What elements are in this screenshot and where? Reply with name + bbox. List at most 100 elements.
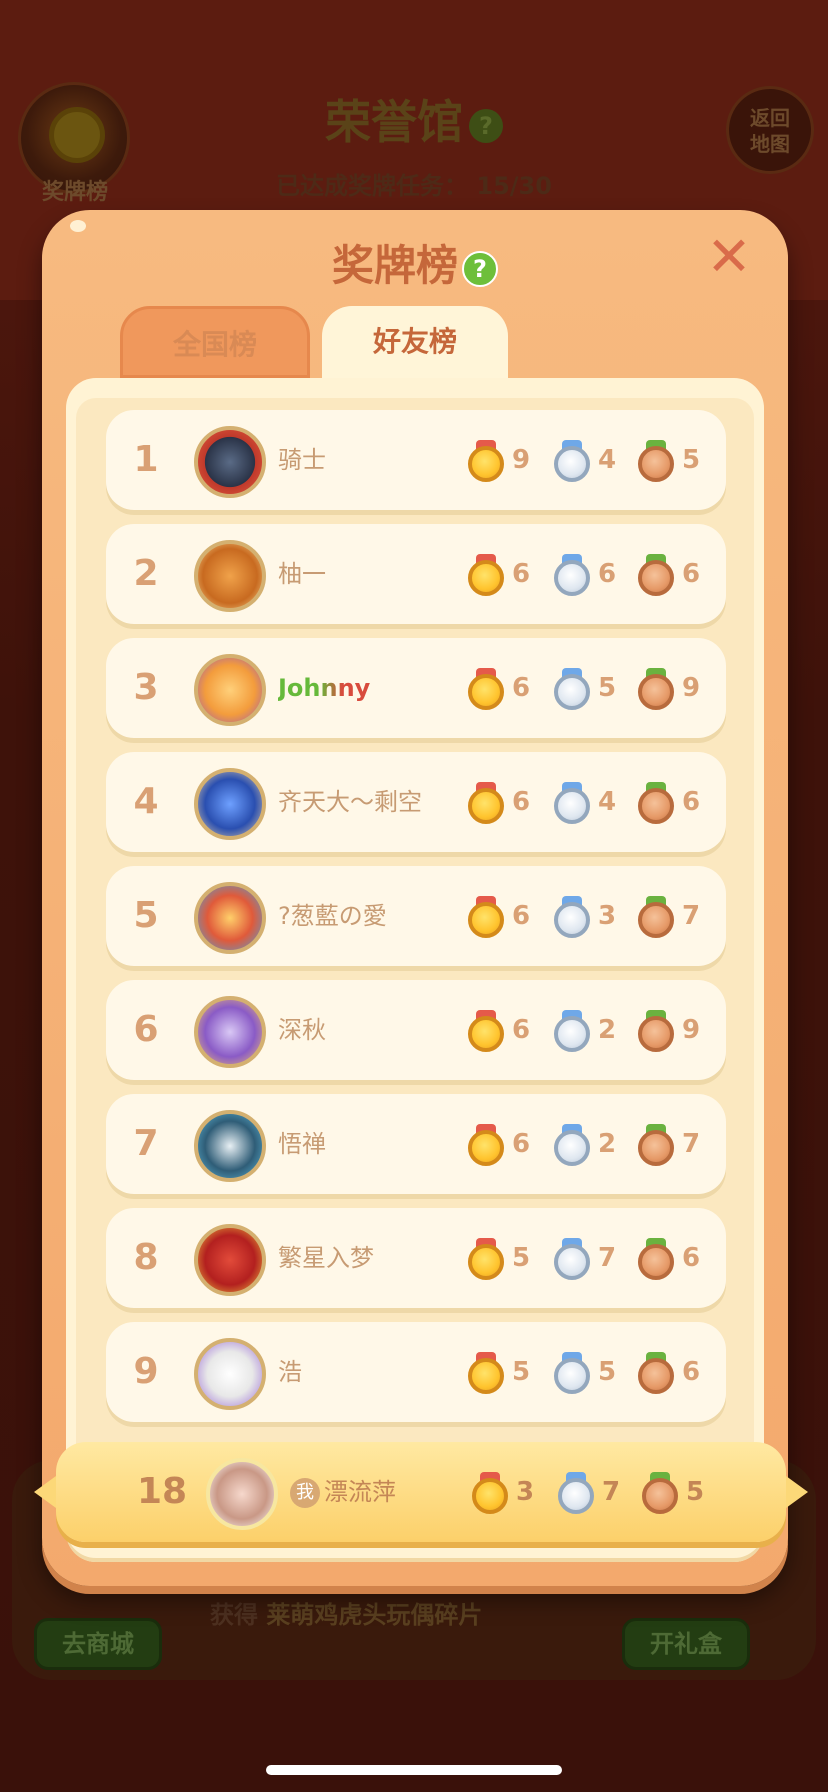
leaderboard-row[interactable]: 5 ?葱藍の愛 6 3 7 (106, 866, 726, 966)
silver-count: 6 (598, 559, 617, 589)
bronze-count: 5 (682, 445, 701, 475)
gold-medal-icon (468, 1352, 504, 1394)
rank-number: 2 (133, 553, 159, 594)
rank-number: 4 (133, 781, 159, 822)
leaderboard-row[interactable]: 1 骑士 9 4 5 (106, 410, 726, 510)
gold-medal-icon (468, 1124, 504, 1166)
bronze-count: 6 (682, 1243, 701, 1273)
leaderboard-row[interactable]: 4 齐天大～剩空 6 4 6 (106, 752, 726, 852)
leaderboard-row[interactable]: 6 深秋 6 2 9 (106, 980, 726, 1080)
flower-icon (198, 886, 210, 898)
silver-count: 4 (598, 445, 617, 475)
gold-medal-icon (472, 1472, 508, 1514)
open-gift-box-button[interactable]: 开礼盒 (622, 1618, 750, 1670)
me-badge: 我 (290, 1478, 320, 1508)
gold-count: 5 (512, 1243, 531, 1273)
silver-count: 5 (598, 1357, 617, 1387)
bronze-medal-icon (638, 782, 674, 824)
silver-medal-icon (554, 1238, 590, 1280)
avatar[interactable] (194, 654, 266, 726)
flower-icon (198, 1114, 210, 1126)
silver-medal-icon (554, 896, 590, 938)
rank-number: 1 (133, 439, 159, 480)
medal-counts: 5 7 6 (468, 1208, 724, 1308)
silver-count: 5 (598, 673, 617, 703)
bronze-count: 7 (682, 901, 701, 931)
silver-medal-icon (554, 1352, 590, 1394)
player-name: 齐天大～剩空 (278, 788, 422, 816)
reward-prefix: 获得 (210, 1601, 258, 1629)
rank-number: 8 (133, 1237, 159, 1278)
close-icon[interactable]: ✕ (704, 230, 754, 284)
medal-counts: 6 4 6 (468, 752, 724, 852)
avatar[interactable] (194, 1224, 266, 1296)
my-player-name: 漂流萍 (324, 1478, 396, 1506)
my-name: 我漂流萍 (290, 1442, 396, 1542)
leaderboard-row[interactable]: 3 Johnny 6 5 9 (106, 638, 726, 738)
gold-medal-icon (468, 1010, 504, 1052)
bronze-medal-icon (642, 1472, 678, 1514)
player-name: ?葱藍の愛 (278, 902, 387, 930)
gold-medal-icon (468, 1238, 504, 1280)
help-icon[interactable]: ? (469, 108, 503, 143)
bronze-count: 5 (686, 1477, 705, 1507)
rank-number: 3 (133, 667, 159, 708)
medal-counts: 6 2 7 (468, 1094, 724, 1194)
arrow-left-icon (34, 1476, 56, 1508)
modal-title-text: 奖牌榜 (331, 241, 458, 290)
modal-title: 奖牌榜? (42, 232, 788, 293)
avatar[interactable] (194, 996, 266, 1068)
silver-medal-icon (554, 440, 590, 482)
gold-medal-icon (468, 554, 504, 596)
rank-number: 7 (133, 1123, 159, 1164)
medal-task-progress: 已达成奖牌任务： 15/30 (0, 166, 828, 201)
silver-medal-icon (558, 1472, 594, 1514)
silver-count: 7 (602, 1477, 621, 1507)
avatar[interactable] (194, 882, 266, 954)
tab-friends[interactable]: 好友榜 (322, 306, 508, 378)
gold-count: 9 (512, 445, 531, 475)
gold-medal-icon (468, 440, 504, 482)
gloss-highlight (70, 220, 86, 232)
leaderboard-row[interactable]: 8 繁星入梦 5 7 6 (106, 1208, 726, 1308)
avatar[interactable] (194, 540, 266, 612)
progress-value: 15/30 (476, 172, 552, 200)
avatar[interactable] (194, 1110, 266, 1182)
home-indicator[interactable] (266, 1765, 562, 1775)
bronze-medal-icon (638, 668, 674, 710)
gold-count: 6 (512, 673, 531, 703)
leaderboard-list[interactable]: 1 骑士 9 4 5 2 柚一 6 6 6 3 Johnny 6 5 9 4 齐… (76, 398, 754, 1542)
gold-count: 3 (516, 1477, 535, 1507)
reward-item: 莱萌鸡虎头玩偶碎片 (266, 1601, 483, 1629)
my-rank-row[interactable]: 18 我漂流萍 3 7 5 (34, 1442, 808, 1542)
leaderboard-row[interactable]: 7 悟禅 6 2 7 (106, 1094, 726, 1194)
bronze-medal-icon (638, 896, 674, 938)
player-name: 悟禅 (278, 1130, 326, 1158)
gold-count: 6 (512, 1015, 531, 1045)
go-to-shop-button[interactable]: 去商城 (34, 1618, 162, 1670)
player-name: 柚一 (278, 560, 326, 588)
avatar[interactable] (194, 768, 266, 840)
return-to-map-button[interactable]: 返回 地图 (726, 86, 814, 174)
help-icon[interactable]: ? (462, 250, 498, 287)
gold-medal-icon (468, 668, 504, 710)
player-name: 骑士 (278, 446, 326, 474)
my-rank-number: 18 (136, 1471, 188, 1512)
medal-counts: 6 2 9 (468, 980, 724, 1080)
avatar[interactable] (194, 1338, 266, 1410)
hall-of-honor-title: 荣誉馆? (0, 86, 828, 152)
leaderboard-row[interactable]: 2 柚一 6 6 6 (106, 524, 726, 624)
leaderboard-row[interactable]: 9 浩 5 5 6 (106, 1322, 726, 1422)
my-medal-counts: 3 7 5 (472, 1442, 728, 1542)
avatar[interactable] (194, 426, 266, 498)
rank-number: 5 (133, 895, 159, 936)
medal-counts: 6 5 9 (468, 638, 724, 738)
bronze-medal-icon (638, 1352, 674, 1394)
silver-medal-icon (554, 554, 590, 596)
my-avatar[interactable] (206, 1458, 278, 1530)
player-name: 繁星入梦 (278, 1244, 374, 1272)
tab-national[interactable]: 全国榜 (120, 306, 310, 378)
reward-text: 获得 莱萌鸡虎头玩偶碎片 (210, 1595, 610, 1630)
silver-medal-icon (554, 1010, 590, 1052)
bronze-medal-icon (638, 554, 674, 596)
